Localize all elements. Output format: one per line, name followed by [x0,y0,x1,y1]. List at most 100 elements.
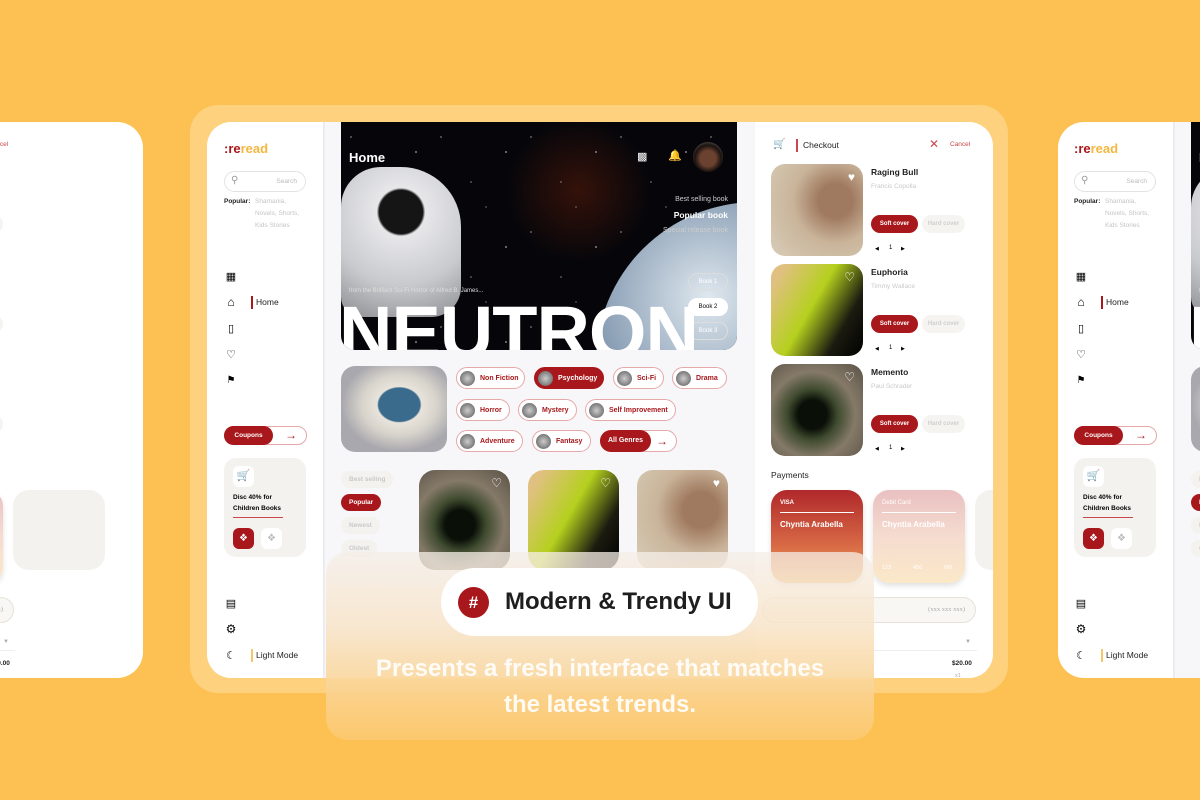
promo-card[interactable]: 🛒 Disc 40% for Children Books ❖ ❖ [1074,458,1156,557]
genre-avatar [617,370,632,386]
heart-icon[interactable]: ♡ [844,270,855,284]
cart-item-image[interactable]: ♡ [771,364,863,456]
storage-icon[interactable]: ▤ [1075,597,1087,610]
genre-chip[interactable]: Adventure [456,430,523,452]
logo[interactable]: :reread [1074,141,1118,156]
chat-icon[interactable]: ▩ [637,150,647,163]
genre-chip[interactable]: Non Fiction [456,367,525,389]
payment-card-add[interactable] [975,490,993,570]
popular-link[interactable]: Novels, Shorts, [1105,210,1149,217]
hard-cover-button[interactable]: Hard cover [0,415,3,433]
tag-icon[interactable]: ❖ [1083,528,1104,549]
moon-icon[interactable]: ☾ [225,649,237,662]
heart-icon[interactable]: ♡ [600,476,611,490]
heart-icon[interactable]: ♡ [225,348,237,361]
hard-cover-button[interactable]: Hard cover [0,315,3,333]
chevron-down-icon[interactable]: ▼ [965,639,971,645]
close-icon[interactable]: ✕ [929,137,939,151]
genre-avatar [676,370,691,386]
popular-link[interactable]: Shamania, [1105,198,1136,205]
bell-icon[interactable]: 🔔 [668,149,682,162]
soft-cover-button[interactable]: Soft cover [871,415,918,433]
home-icon[interactable]: ⌂ [225,295,237,309]
bookmark-icon[interactable]: ⚑ [1075,374,1087,386]
genre-chip[interactable]: Horror [456,399,510,421]
nav-home[interactable]: Home [256,297,279,307]
cart-item-image[interactable]: ♡ [771,264,863,356]
payment-card-debit[interactable]: Debit Card Chyntia Arabella 123 456 789 [873,490,965,583]
search-input[interactable]: ⚲ Search [224,171,306,192]
payment-card-debit[interactable]: Debit Card Chyntia Arabella 123 456 789 [0,490,3,583]
sort-tab[interactable]: Best selling [341,471,394,488]
popular-link[interactable]: Novels, Shorts, [255,210,299,217]
hard-cover-button[interactable]: Hard cover [922,315,965,333]
decrement-button[interactable]: ◀ [875,446,879,452]
mode-indicator [1101,649,1103,662]
soft-cover-button[interactable]: Soft cover [871,215,918,233]
book-icon[interactable]: ▯ [225,322,237,335]
heart-icon[interactable]: ♡ [491,476,502,490]
bookmark-icon[interactable]: ⚑ [225,374,237,386]
grid-icon[interactable]: ▦ [1075,270,1087,283]
hero-tag[interactable]: Special release book [663,227,728,234]
grid-icon[interactable]: ▦ [225,270,237,283]
tag-icon[interactable]: ❖ [1111,528,1132,549]
light-mode-toggle[interactable]: Light Mode [256,650,298,660]
gear-icon[interactable]: ⚙ [1075,622,1087,636]
popular-link[interactable]: Kids Stories [255,222,290,229]
hero-banner: Home ▩ 🔔 Best selling book Popular book … [1191,122,1200,350]
light-mode-toggle[interactable]: Light Mode [1106,650,1148,660]
popular-link[interactable]: Shamania, [255,198,286,205]
increment-button[interactable]: ▶ [901,446,905,452]
avatar[interactable] [693,142,723,172]
heart-icon[interactable]: ♡ [1075,348,1087,361]
genre-chip[interactable]: Self Improvement [585,399,676,421]
hero-book-title: NEUTRON [1191,290,1200,350]
moon-icon[interactable]: ☾ [1075,649,1087,662]
increment-button[interactable]: ▶ [901,346,905,352]
increment-button[interactable]: ▶ [901,246,905,252]
hero-tag[interactable]: Best selling book [675,196,728,203]
search-input[interactable]: ⚲ Search [1074,171,1156,192]
phone-input[interactable]: (xxx xxx xxx) [0,597,14,623]
tag-icon[interactable]: ❖ [261,528,282,549]
sort-tab[interactable]: Newest [341,517,380,534]
genre-chip[interactable]: Psychology [534,367,604,389]
decrement-button[interactable]: ◀ [875,346,879,352]
heart-icon[interactable]: ♥ [713,476,720,490]
cart-item-image[interactable]: ♥ [771,164,863,256]
soft-cover-button[interactable]: Soft cover [871,315,918,333]
genre-chip[interactable]: Fantasy [532,430,591,452]
hard-cover-button[interactable]: Hard cover [922,415,965,433]
gear-icon[interactable]: ⚙ [225,622,237,636]
heart-icon[interactable]: ♥ [848,170,855,184]
quantity-value: 1 [889,445,893,451]
book-icon[interactable]: ▯ [1075,322,1087,335]
hero-tag-active[interactable]: Popular book [674,210,728,220]
chevron-down-icon[interactable]: ▼ [3,639,9,645]
promo-card[interactable]: 🛒 Disc 40% for Children Books ❖ ❖ [224,458,306,557]
hard-cover-button[interactable]: Hard cover [922,215,965,233]
genre-chip[interactable]: Mystery [518,399,577,421]
tag-icon[interactable]: ❖ [233,528,254,549]
nav-home[interactable]: Home [1106,297,1129,307]
decrement-button[interactable]: ◀ [875,246,879,252]
genre-avatar [538,370,553,386]
heart-icon[interactable]: ♡ [844,370,855,384]
all-genres-button[interactable]: All Genres → [600,430,677,452]
payment-card-add[interactable] [13,490,105,570]
popular-link[interactable]: Kids Stories [1105,222,1140,229]
cancel-button[interactable]: Cancel [950,141,970,148]
coupons-button[interactable]: Coupons → [224,426,307,445]
home-icon[interactable]: ⌂ [1075,295,1087,309]
cancel-button[interactable]: Cancel [0,141,8,148]
genre-chip[interactable]: Sci-Fi [613,367,664,389]
logo[interactable]: :reread [224,141,268,156]
storage-icon[interactable]: ▤ [225,597,237,610]
sort-tab[interactable]: Popular [341,494,382,511]
hard-cover-button[interactable]: Hard cover [0,215,3,233]
genre-avatar [536,433,551,449]
genre-chip[interactable]: Drama [672,367,727,389]
coupons-button[interactable]: Coupons → [1074,426,1157,445]
book-1-button[interactable]: Book 1 [688,273,728,291]
